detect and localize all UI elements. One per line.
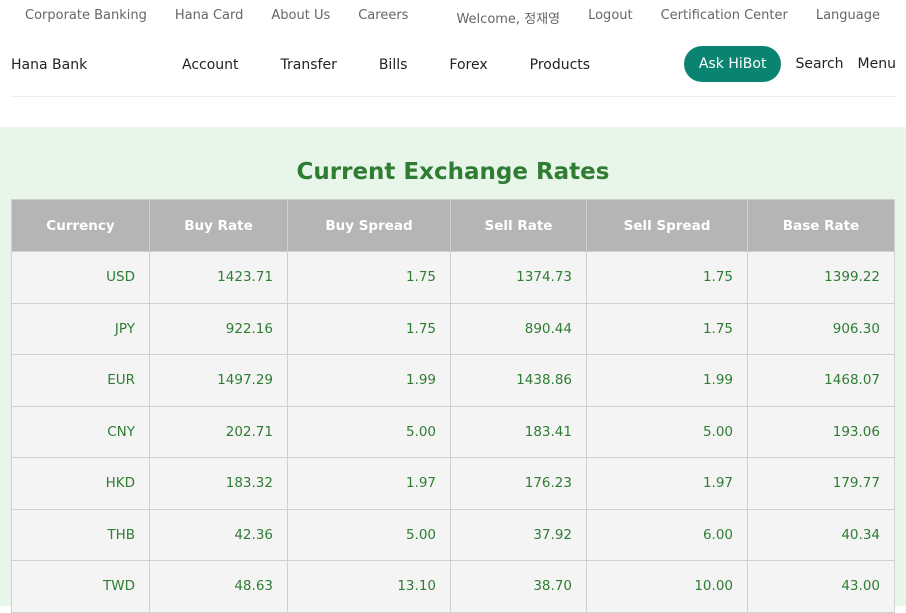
exchange-rates-table: Currency Buy Rate Buy Spread Sell Rate S…	[11, 199, 895, 613]
sell-rate-cell: 38.70	[450, 560, 587, 613]
buy-rate-cell: 42.36	[149, 508, 288, 561]
sell-rate-cell: 183.41	[450, 405, 587, 458]
page-title: Current Exchange Rates	[296, 159, 610, 185]
hana-card-link[interactable]: Hana Card	[175, 8, 244, 23]
about-us-link[interactable]: About Us	[271, 8, 330, 23]
ask-hibot-button[interactable]: Ask HiBot	[683, 46, 782, 82]
currency-cell: CNY	[11, 405, 150, 458]
nav-account[interactable]: Account	[182, 57, 239, 73]
table-row: EUR 1497.29 1.99 1438.86 1.99 1468.07	[11, 354, 895, 407]
exchange-rates-section: Current Exchange Rates Currency Buy Rate…	[0, 127, 906, 613]
corporate-banking-link[interactable]: Corporate Banking	[25, 8, 147, 23]
buy-spread-cell: 13.10	[287, 560, 451, 613]
buy-spread-cell: 1.97	[287, 457, 451, 510]
column-header-sell-rate: Sell Rate	[450, 199, 587, 252]
base-rate-cell: 179.77	[747, 457, 895, 510]
certification-center-link[interactable]: Certification Center	[661, 8, 788, 27]
buy-spread-cell: 1.75	[287, 302, 451, 355]
buy-spread-cell: 1.75	[287, 251, 451, 304]
nav-links: Account Transfer Bills Forex Products	[182, 57, 590, 73]
column-header-base-rate: Base Rate	[747, 199, 895, 252]
careers-link[interactable]: Careers	[358, 8, 408, 23]
buy-rate-cell: 1423.71	[149, 251, 288, 304]
column-header-sell-spread: Sell Spread	[586, 199, 748, 252]
nav-products[interactable]: Products	[530, 57, 590, 73]
sell-rate-cell: 1374.73	[450, 251, 587, 304]
table-row: USD 1423.71 1.75 1374.73 1.75 1399.22	[11, 251, 895, 304]
column-header-currency: Currency	[11, 199, 150, 252]
base-rate-cell: 40.34	[747, 508, 895, 561]
nav-actions: Ask HiBot Search Menu	[683, 46, 896, 82]
utility-links-left: Corporate Banking Hana Card About Us Car…	[25, 8, 408, 23]
top-utility-bar: Corporate Banking Hana Card About Us Car…	[0, 0, 906, 32]
nav-bills[interactable]: Bills	[379, 57, 408, 73]
currency-cell: THB	[11, 508, 150, 561]
welcome-text: Welcome, 정재영	[456, 12, 561, 27]
table-row: THB 42.36 5.00 37.92 6.00 40.34	[11, 508, 895, 561]
column-header-buy-spread: Buy Spread	[287, 199, 451, 252]
sell-spread-cell: 6.00	[586, 508, 748, 561]
sell-rate-cell: 37.92	[450, 508, 587, 561]
buy-spread-cell: 1.99	[287, 354, 451, 407]
base-rate-cell: 193.06	[747, 405, 895, 458]
sell-rate-cell: 1438.86	[450, 354, 587, 407]
language-link[interactable]: Language	[816, 8, 880, 27]
base-rate-cell: 906.30	[747, 302, 895, 355]
nav-forex[interactable]: Forex	[449, 57, 487, 73]
buy-rate-cell: 1497.29	[149, 354, 288, 407]
buy-rate-cell: 183.32	[149, 457, 288, 510]
base-rate-cell: 1399.22	[747, 251, 895, 304]
sell-spread-cell: 5.00	[586, 405, 748, 458]
currency-cell: USD	[11, 251, 150, 304]
base-rate-cell: 1468.07	[747, 354, 895, 407]
currency-cell: EUR	[11, 354, 150, 407]
currency-cell: JPY	[11, 302, 150, 355]
sell-spread-cell: 1.99	[586, 354, 748, 407]
brand-logo[interactable]: Hana Bank	[11, 57, 87, 73]
sell-spread-cell: 1.75	[586, 251, 748, 304]
table-header-row: Currency Buy Rate Buy Spread Sell Rate S…	[11, 199, 895, 252]
utility-links-right: Welcome, 정재영 Logout Certification Center…	[456, 8, 880, 27]
nav-transfer[interactable]: Transfer	[281, 57, 337, 73]
menu-link[interactable]: Menu	[858, 56, 896, 72]
table-row: JPY 922.16 1.75 890.44 1.75 906.30	[11, 302, 895, 355]
sell-spread-cell: 10.00	[586, 560, 748, 613]
base-rate-cell: 43.00	[747, 560, 895, 613]
column-header-buy-rate: Buy Rate	[149, 199, 288, 252]
buy-spread-cell: 5.00	[287, 405, 451, 458]
logout-link[interactable]: Logout	[588, 8, 633, 27]
sell-rate-cell: 890.44	[450, 302, 587, 355]
currency-cell: TWD	[11, 560, 150, 613]
sell-rate-cell: 176.23	[450, 457, 587, 510]
search-link[interactable]: Search	[795, 56, 843, 72]
main-navigation: Hana Bank Account Transfer Bills Forex P…	[10, 32, 896, 97]
sell-spread-cell: 1.75	[586, 302, 748, 355]
buy-rate-cell: 922.16	[149, 302, 288, 355]
table-row: TWD 48.63 13.10 38.70 10.00 43.00	[11, 560, 895, 613]
sell-spread-cell: 1.97	[586, 457, 748, 510]
buy-spread-cell: 5.00	[287, 508, 451, 561]
buy-rate-cell: 48.63	[149, 560, 288, 613]
currency-cell: HKD	[11, 457, 150, 510]
buy-rate-cell: 202.71	[149, 405, 288, 458]
table-row: CNY 202.71 5.00 183.41 5.00 193.06	[11, 405, 895, 458]
table-row: HKD 183.32 1.97 176.23 1.97 179.77	[11, 457, 895, 510]
